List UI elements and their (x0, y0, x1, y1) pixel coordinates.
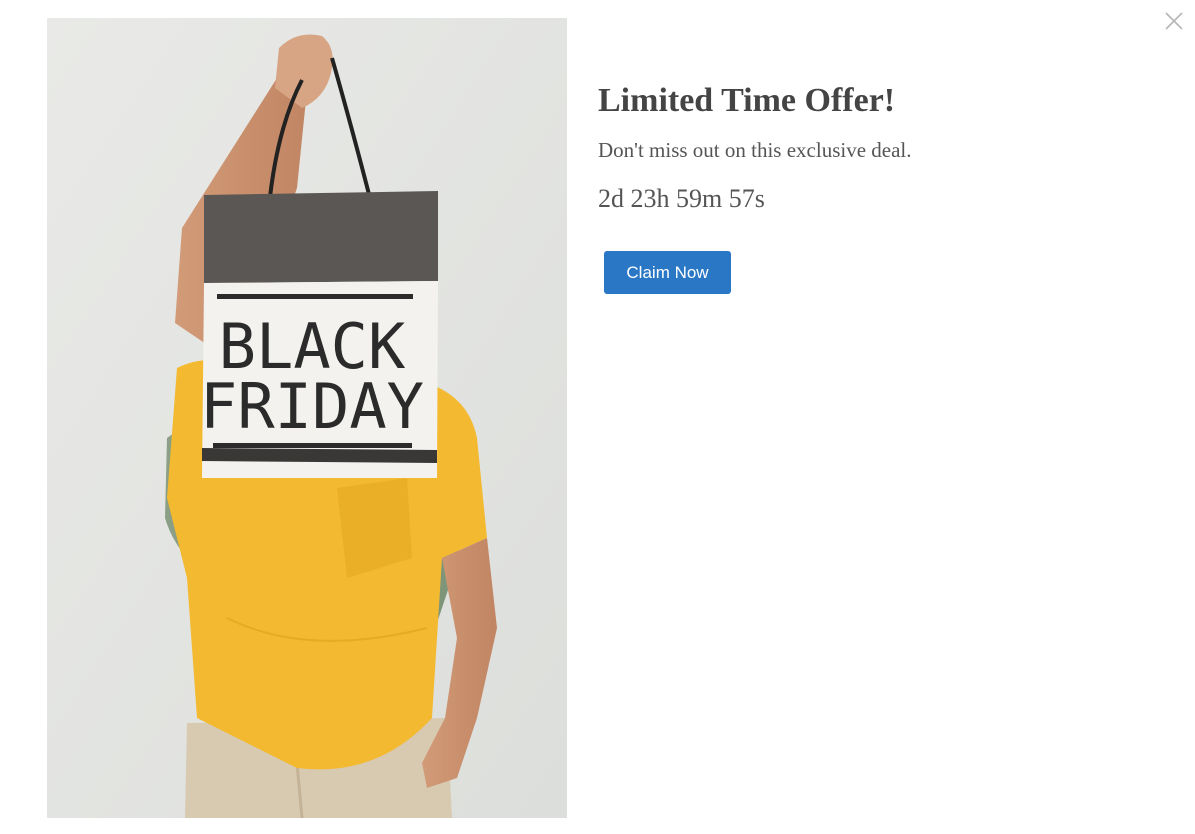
bag-text-friday: FRIDAY (200, 370, 424, 443)
close-button[interactable] (1163, 10, 1185, 32)
offer-subtitle: Don't miss out on this exclusive deal. (598, 138, 912, 162)
claim-now-button[interactable]: Claim Now (604, 251, 731, 294)
countdown-timer: 2d 23h 59m 57s (598, 184, 765, 213)
offer-title: Limited Time Offer! (598, 82, 896, 119)
promo-modal: BLACK FRIDAY Limited Time Offer! Don't m… (0, 0, 1195, 834)
promo-image: BLACK FRIDAY (47, 18, 567, 818)
close-icon (1165, 12, 1183, 30)
offer-content: Limited Time Offer! Don't miss out on th… (598, 80, 1158, 294)
